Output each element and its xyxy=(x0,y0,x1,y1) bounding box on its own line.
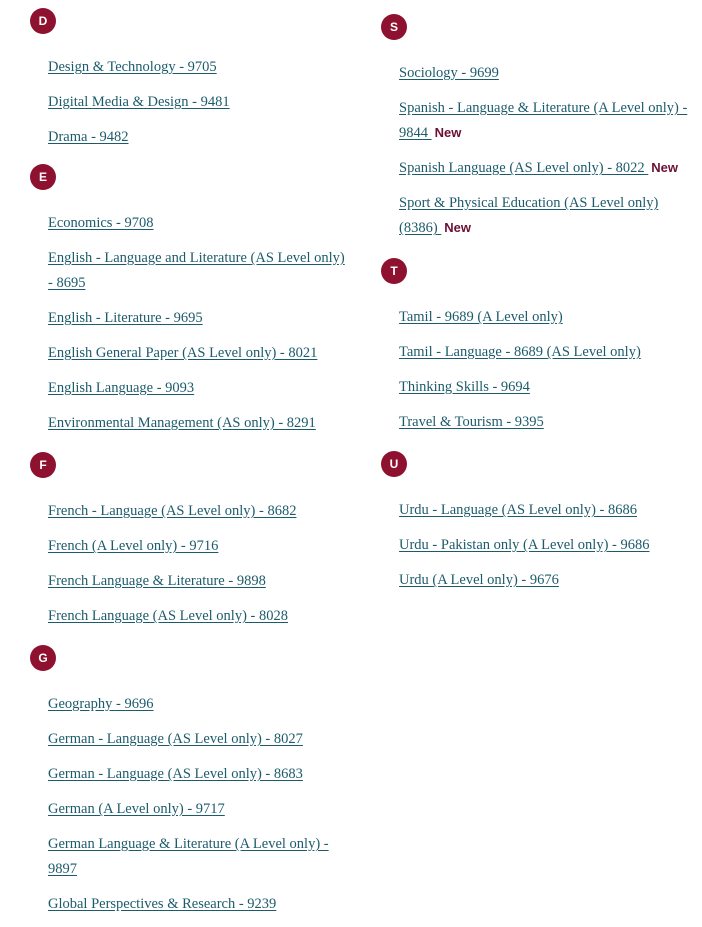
subject-link-list-f: French - Language (AS Level only) - 8682… xyxy=(0,478,351,629)
subject-link[interactable]: French (A Level only) - 9716 xyxy=(48,538,218,554)
subject-link[interactable]: German - Language (AS Level only) - 8683 xyxy=(48,766,303,782)
subject-link[interactable]: Drama - 9482 xyxy=(48,129,129,145)
subject-index: D Design & Technology - 9705 Digital Media… xyxy=(0,0,702,927)
list-item: English Language - 9093 xyxy=(0,376,351,401)
list-item: French - Language (AS Level only) - 8682 xyxy=(0,499,351,524)
letter-badge-g: G xyxy=(30,645,56,671)
list-item: Urdu - Language (AS Level only) - 8686 xyxy=(351,498,702,523)
subject-link[interactable]: Spanish Language (AS Level only) - 8022 xyxy=(399,160,648,176)
subject-link[interactable]: Digital Media & Design - 9481 xyxy=(48,94,230,110)
subject-link[interactable]: French Language & Literature - 9898 xyxy=(48,573,266,589)
subject-link[interactable]: Sociology - 9699 xyxy=(399,65,499,81)
letter-group-e: E Economics - 9708 English - Language and … xyxy=(0,164,351,436)
list-item: Urdu (A Level only) - 9676 xyxy=(351,568,702,593)
list-item: Global Perspectives & Research - 9239 xyxy=(0,892,351,917)
subject-link[interactable]: German (A Level only) - 9717 xyxy=(48,801,225,817)
list-item: German - Language (AS Level only) - 8683 xyxy=(0,762,351,787)
list-item: Thinking Skills - 9694 xyxy=(351,375,702,400)
subject-link[interactable]: Thinking Skills - 9694 xyxy=(399,379,530,395)
list-item: German (A Level only) - 9717 xyxy=(0,797,351,822)
list-item: Geography - 9696 xyxy=(0,692,351,717)
new-badge: New xyxy=(444,220,472,235)
subject-link[interactable]: English General Paper (AS Level only) - … xyxy=(48,345,317,361)
list-item: Tamil - 9689 (A Level only) xyxy=(351,305,702,330)
letter-badge-s: S xyxy=(381,14,407,40)
subject-link[interactable]: Travel & Tourism - 9395 xyxy=(399,414,544,430)
subject-link[interactable]: English - Literature - 9695 xyxy=(48,310,203,326)
letter-badge-u: U xyxy=(381,451,407,477)
letter-group-f: F French - Language (AS Level only) - 868… xyxy=(0,452,351,629)
index-column-left: D Design & Technology - 9705 Digital Media… xyxy=(0,0,351,927)
list-item: Travel & Tourism - 9395 xyxy=(351,410,702,435)
list-item: Urdu - Pakistan only (A Level only) - 96… xyxy=(351,533,702,558)
list-item: English General Paper (AS Level only) - … xyxy=(0,341,351,366)
letter-badge-f: F xyxy=(30,452,56,478)
list-item: French Language (AS Level only) - 8028 xyxy=(0,604,351,629)
subject-link[interactable]: Tamil - 9689 (A Level only) xyxy=(399,309,563,325)
subject-link-list-e: Economics - 9708 English - Language and L… xyxy=(0,190,351,436)
list-item: German - Language (AS Level only) - 8027 xyxy=(0,727,351,752)
subject-link[interactable]: French Language (AS Level only) - 8028 xyxy=(48,608,288,624)
subject-link[interactable]: Sport & Physical Education (AS Level onl… xyxy=(399,195,658,236)
subject-link-list-d: Design & Technology - 9705 Digital Media … xyxy=(0,34,351,150)
letter-badge-t: T xyxy=(381,258,407,284)
index-column-right: S Sociology - 9699 Spanish - Language & Li… xyxy=(351,0,702,603)
list-item: German Language & Literature (A Level on… xyxy=(0,832,351,882)
list-item: French Language & Literature - 9898 xyxy=(0,569,351,594)
subject-link-list-t: Tamil - 9689 (A Level only) Tamil - Langu… xyxy=(351,284,702,435)
letter-group-t: T Tamil - 9689 (A Level only) Tamil - Lang… xyxy=(351,258,702,435)
subject-link[interactable]: Urdu (A Level only) - 9676 xyxy=(399,572,559,588)
letter-badge-e: E xyxy=(30,164,56,190)
subject-link[interactable]: Environmental Management (AS only) - 829… xyxy=(48,415,316,431)
subject-link[interactable]: French - Language (AS Level only) - 8682 xyxy=(48,503,296,519)
subject-link[interactable]: Geography - 9696 xyxy=(48,696,154,712)
subject-link-list-s: Sociology - 9699 Spanish - Language & Lit… xyxy=(351,40,702,241)
list-item: Spanish Language (AS Level only) - 8022 … xyxy=(351,156,702,181)
list-item: English - Language and Literature (AS Le… xyxy=(0,246,351,296)
letter-group-d: D Design & Technology - 9705 Digital Media… xyxy=(0,8,351,150)
subject-link[interactable]: Economics - 9708 xyxy=(48,215,154,231)
new-badge: New xyxy=(651,160,679,175)
subject-link[interactable]: Design & Technology - 9705 xyxy=(48,59,217,75)
subject-link[interactable]: German - Language (AS Level only) - 8027 xyxy=(48,731,303,747)
list-item: Tamil - Language - 8689 (AS Level only) xyxy=(351,340,702,365)
subject-link[interactable]: Tamil - Language - 8689 (AS Level only) xyxy=(399,344,641,360)
list-item: Sport & Physical Education (AS Level onl… xyxy=(351,191,702,241)
list-item: Design & Technology - 9705 xyxy=(0,55,351,80)
list-item: Digital Media & Design - 9481 xyxy=(0,90,351,115)
subject-link[interactable]: English Language - 9093 xyxy=(48,380,194,396)
subject-link-list-g: Geography - 9696 German - Language (AS Le… xyxy=(0,671,351,917)
letter-group-u: U Urdu - Language (AS Level only) - 8686 U… xyxy=(351,451,702,593)
new-badge: New xyxy=(434,125,462,140)
subject-link-list-u: Urdu - Language (AS Level only) - 8686 Ur… xyxy=(351,477,702,593)
list-item: Drama - 9482 xyxy=(0,125,351,150)
list-item: Environmental Management (AS only) - 829… xyxy=(0,411,351,436)
letter-badge-d: D xyxy=(30,8,56,34)
list-item: English - Literature - 9695 xyxy=(0,306,351,331)
subject-link[interactable]: Urdu - Language (AS Level only) - 8686 xyxy=(399,502,637,518)
subject-link[interactable]: Global Perspectives & Research - 9239 xyxy=(48,896,276,912)
list-item: Spanish - Language & Literature (A Level… xyxy=(351,96,702,146)
letter-group-g: G Geography - 9696 German - Language (AS L… xyxy=(0,645,351,917)
list-item: French (A Level only) - 9716 xyxy=(0,534,351,559)
letter-group-s: S Sociology - 9699 Spanish - Language & Li… xyxy=(351,14,702,241)
subject-link[interactable]: German Language & Literature (A Level on… xyxy=(48,836,329,877)
list-item: Sociology - 9699 xyxy=(351,61,702,86)
subject-link[interactable]: Urdu - Pakistan only (A Level only) - 96… xyxy=(399,537,650,553)
list-item: Economics - 9708 xyxy=(0,211,351,236)
subject-link[interactable]: English - Language and Literature (AS Le… xyxy=(48,250,345,291)
